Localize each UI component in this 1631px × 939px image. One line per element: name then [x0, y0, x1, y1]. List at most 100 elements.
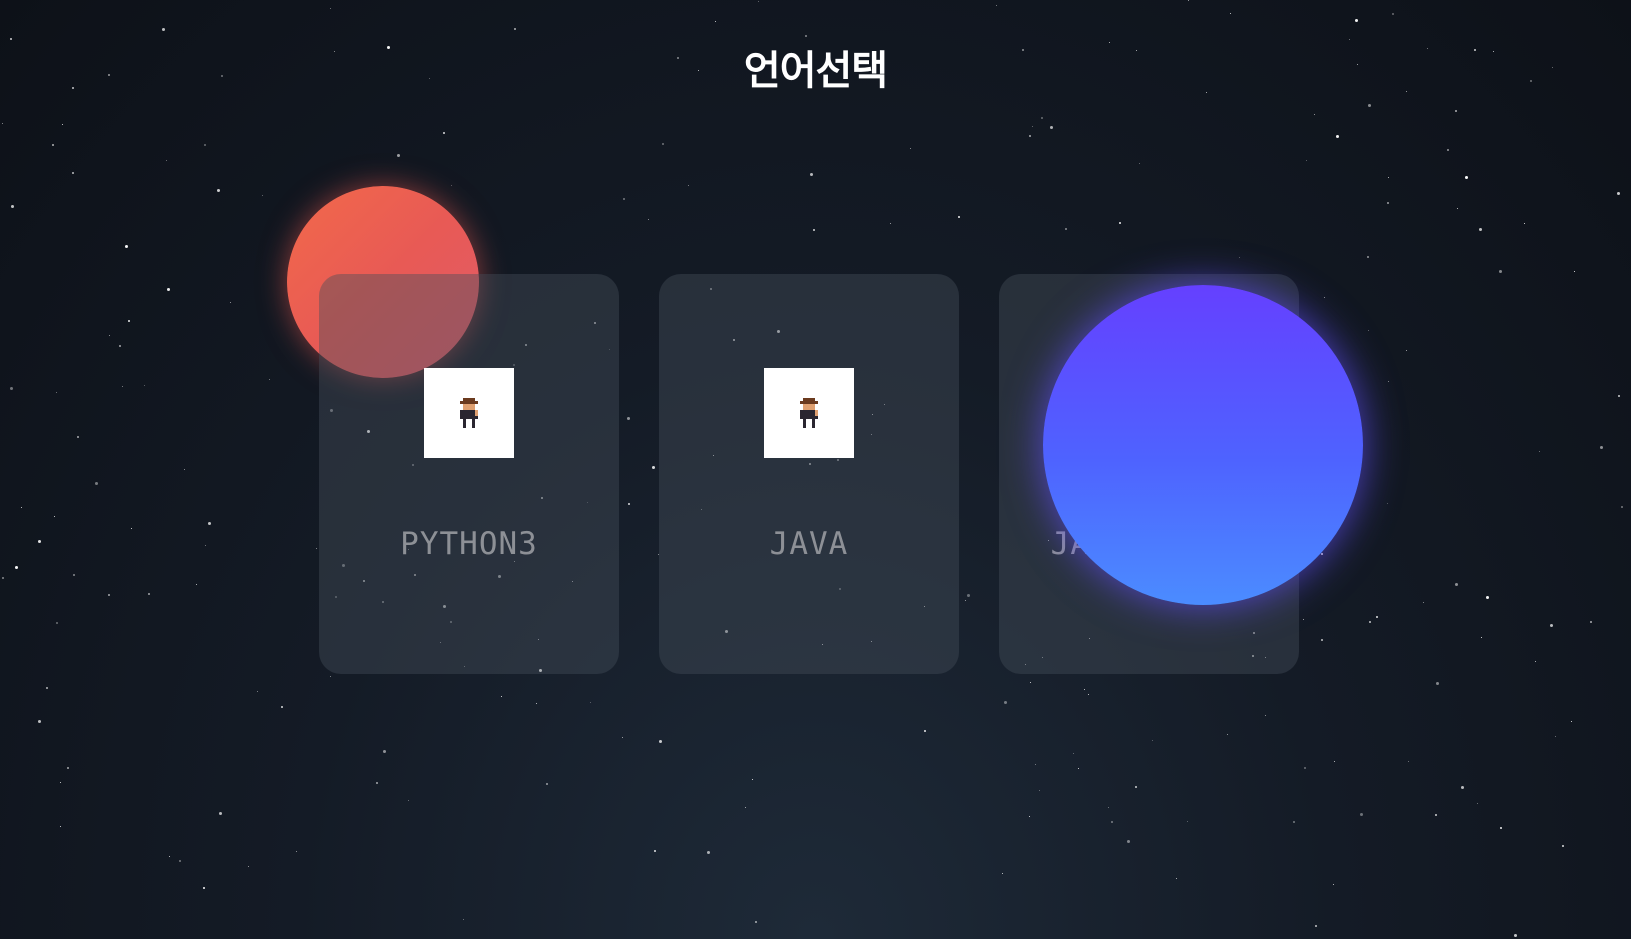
star [1315, 925, 1317, 927]
star [204, 144, 206, 146]
star [330, 8, 331, 9]
star [248, 866, 249, 867]
star [1550, 624, 1553, 627]
star [219, 812, 222, 815]
star [1423, 602, 1424, 603]
star [119, 345, 121, 347]
star [1041, 117, 1043, 119]
star [1457, 208, 1458, 209]
star [1306, 160, 1307, 161]
star [1050, 126, 1053, 129]
star [46, 687, 48, 689]
star [148, 593, 150, 595]
star [1333, 884, 1334, 885]
star [169, 856, 170, 857]
star [1039, 790, 1040, 791]
star [1479, 228, 1482, 231]
star [463, 919, 464, 920]
star [316, 548, 317, 549]
star [443, 132, 445, 134]
star [131, 528, 132, 529]
star [924, 730, 926, 732]
star [1108, 807, 1109, 808]
star [1314, 114, 1315, 115]
star [1514, 934, 1517, 937]
language-card-java[interactable]: JAVA [659, 274, 959, 674]
star [662, 143, 664, 145]
star [54, 516, 55, 517]
star [1073, 753, 1074, 754]
star [1355, 19, 1358, 22]
star [965, 600, 966, 601]
star [1562, 845, 1564, 847]
star [1187, 821, 1188, 822]
star [654, 850, 656, 852]
star [167, 288, 170, 291]
star [1119, 222, 1121, 224]
star [73, 574, 75, 576]
star [1461, 786, 1464, 789]
star [958, 216, 960, 218]
star [715, 21, 716, 22]
star [1293, 821, 1295, 823]
star [397, 154, 400, 157]
star [1135, 786, 1137, 788]
star [1360, 813, 1363, 816]
star [813, 229, 815, 231]
star [996, 5, 997, 6]
star [162, 28, 165, 31]
star [1500, 827, 1502, 829]
star [330, 676, 331, 677]
star [628, 503, 630, 505]
star [144, 385, 145, 386]
star [1176, 878, 1177, 879]
star [1455, 583, 1458, 586]
star [1321, 639, 1323, 641]
star [15, 566, 18, 569]
star [38, 540, 41, 543]
star [1227, 734, 1228, 735]
star [2, 123, 3, 124]
star [269, 379, 270, 380]
star [262, 195, 263, 196]
star [1369, 621, 1371, 623]
star [1435, 814, 1437, 816]
star [205, 545, 206, 546]
star [1617, 192, 1620, 195]
star [1004, 701, 1007, 704]
star [1447, 149, 1449, 151]
star [62, 124, 63, 125]
pixel-character-icon [800, 398, 818, 428]
star [745, 807, 746, 808]
star [125, 245, 128, 248]
star [1600, 446, 1603, 449]
star [56, 392, 57, 393]
star [203, 887, 205, 889]
star [52, 144, 54, 146]
star [60, 826, 61, 827]
blue-orb-decoration [1043, 285, 1363, 605]
star [1555, 736, 1556, 737]
star [296, 851, 297, 852]
star [590, 702, 591, 703]
language-card-python3[interactable]: PYTHON3 [319, 274, 619, 674]
star [1392, 13, 1394, 15]
star [383, 750, 386, 753]
star [910, 148, 911, 149]
star [688, 185, 689, 186]
star [707, 851, 710, 854]
star [108, 594, 110, 596]
star [758, 1, 759, 2]
star [1324, 297, 1325, 298]
language-label: JAVA [769, 526, 849, 562]
star [95, 482, 98, 485]
star [1535, 661, 1536, 662]
star [1455, 110, 1457, 112]
star [1486, 596, 1489, 599]
star [67, 767, 69, 769]
star [1152, 740, 1153, 741]
star [1574, 271, 1575, 272]
star [536, 703, 537, 704]
star [659, 740, 662, 743]
star [1388, 381, 1389, 382]
